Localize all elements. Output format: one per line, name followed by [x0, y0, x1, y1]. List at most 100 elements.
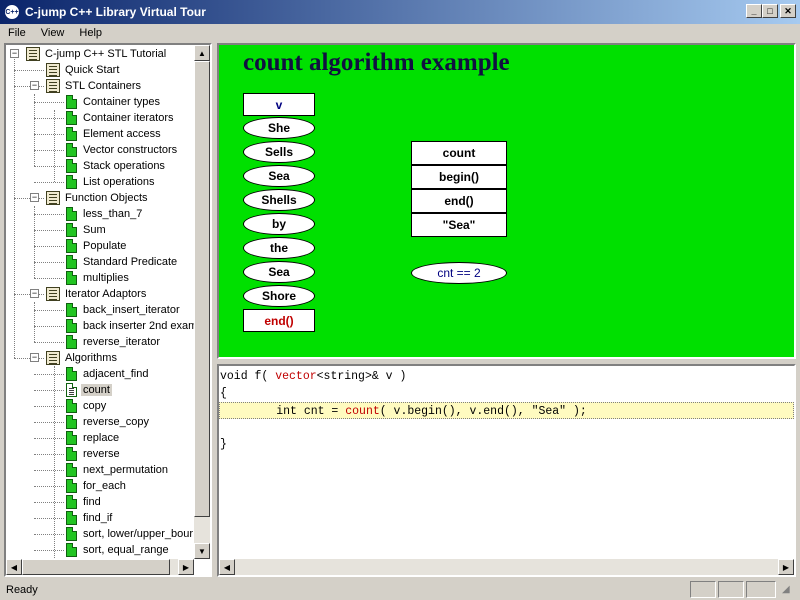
tree-item[interactable]: Iterator Adaptors [46, 286, 148, 302]
minimize-button[interactable]: _ [746, 4, 762, 18]
page-icon [66, 399, 77, 413]
tree-item-label: find [83, 496, 101, 508]
tree-item[interactable]: Stack operations [66, 158, 167, 174]
tree-horizontal-scrollbar[interactable]: ◀ ▶ [6, 559, 194, 575]
tree-item[interactable]: sort, equal_range [66, 542, 171, 558]
tree-item[interactable]: reverse [66, 446, 122, 462]
status-text: Ready [6, 583, 38, 596]
tree-vscroll-thumb[interactable] [194, 61, 210, 517]
tree-item-label: back_insert_iterator [83, 304, 180, 316]
tree-connector [34, 534, 64, 535]
tree-item[interactable]: Function Objects [46, 190, 150, 206]
tree-item[interactable]: C-jump C++ STL Tutorial [26, 46, 168, 62]
close-button[interactable]: ✕ [780, 4, 796, 18]
tree-item[interactable]: less_than_7 [66, 206, 144, 222]
tree-item-label: sort, lower/upper_bour [83, 528, 194, 540]
code-horizontal-scrollbar[interactable]: ◀ ▶ [219, 559, 794, 575]
tree-item[interactable]: next_permutation [66, 462, 170, 478]
size-grip-icon[interactable]: ◢ [782, 584, 796, 598]
tree-connector [14, 198, 44, 199]
collapse-icon[interactable]: − [30, 353, 39, 362]
tree-item[interactable]: Container types [66, 94, 162, 110]
book-icon [46, 191, 60, 205]
page-icon [66, 383, 77, 397]
tree-item[interactable]: back_insert_iterator [66, 302, 182, 318]
tree-item-label: Container types [83, 96, 161, 108]
tree-connector [34, 550, 64, 551]
tree-connector [14, 294, 44, 295]
page-icon [66, 239, 77, 253]
collapse-icon[interactable]: − [10, 49, 19, 58]
tree-item[interactable]: Standard Predicate [66, 254, 179, 270]
call-box-cell: begin() [411, 165, 507, 189]
tree-item[interactable]: back inserter 2nd exam [66, 318, 196, 334]
book-icon [46, 63, 60, 77]
tree-connector [34, 262, 64, 263]
menu-view[interactable]: View [33, 27, 72, 39]
maximize-button[interactable]: □ [762, 4, 778, 18]
page-icon [66, 479, 77, 493]
code-keyword-vector: vector [275, 370, 317, 383]
page-icon [66, 367, 77, 381]
book-icon [26, 47, 40, 61]
scroll-left-icon[interactable]: ◀ [6, 559, 22, 575]
tree-item[interactable]: Algorithms [46, 350, 119, 366]
tree-item[interactable]: Populate [66, 238, 128, 254]
page-icon [66, 127, 77, 141]
tree-item-label: Vector constructors [83, 144, 178, 156]
tree-vertical-scrollbar[interactable]: ▲ ▼ [194, 45, 210, 559]
tree-connector [34, 326, 64, 327]
app-icon[interactable]: C++ [4, 4, 20, 20]
scroll-right-icon[interactable]: ▶ [778, 559, 794, 575]
tree-item-label: Standard Predicate [83, 256, 178, 268]
vector-element-oval: Sea [243, 165, 315, 187]
page-icon [66, 255, 77, 269]
code-line-2: { [220, 387, 227, 400]
tree-item-label: find_if [83, 512, 113, 524]
status-pane-2 [718, 581, 744, 598]
page-icon [66, 319, 77, 333]
scroll-right-icon[interactable]: ▶ [178, 559, 194, 575]
page-icon [66, 447, 77, 461]
tree-item[interactable]: find [66, 494, 103, 510]
window-title: C-jump C++ Library Virtual Tour [25, 5, 206, 19]
tree-item[interactable]: for_each [66, 478, 128, 494]
scroll-left-icon[interactable]: ◀ [219, 559, 235, 575]
tree-item[interactable]: List operations [66, 174, 157, 190]
tree-guide-line [14, 54, 15, 358]
tree-connector [34, 118, 64, 119]
tree-item[interactable]: copy [66, 398, 108, 414]
tree-connector [34, 182, 64, 183]
tree-item[interactable]: replace [66, 430, 121, 446]
tree-connector [34, 342, 64, 343]
collapse-icon[interactable]: − [30, 81, 39, 90]
tree-item[interactable]: Quick Start [46, 62, 121, 78]
menu-file[interactable]: File [0, 27, 33, 39]
tree-item[interactable]: Sum [66, 222, 108, 238]
tree-connector [34, 518, 64, 519]
tree-item[interactable]: find_if [66, 510, 114, 526]
tree-connector [34, 486, 64, 487]
page-icon [66, 95, 77, 109]
tree-connector [34, 166, 64, 167]
tree-connector [14, 358, 44, 359]
tree-connector [34, 470, 64, 471]
tree-hscroll-thumb[interactable] [22, 559, 170, 575]
tree-item[interactable]: Container iterators [66, 110, 176, 126]
tree-item[interactable]: multiplies [66, 270, 131, 286]
collapse-icon[interactable]: − [30, 193, 39, 202]
scroll-up-icon[interactable]: ▲ [194, 45, 210, 61]
tree-item[interactable]: Element access [66, 126, 163, 142]
tree-item[interactable]: Vector constructors [66, 142, 179, 158]
menu-help[interactable]: Help [71, 27, 109, 39]
page-icon [66, 543, 77, 557]
code-token: void f( [220, 370, 276, 383]
tree-item[interactable]: reverse_copy [66, 414, 151, 430]
tree-item[interactable]: reverse_iterator [66, 334, 162, 350]
collapse-icon[interactable]: − [30, 289, 39, 298]
tree-item[interactable]: sort, lower/upper_bour [66, 526, 195, 542]
scroll-down-icon[interactable]: ▼ [194, 543, 210, 559]
tree-item[interactable]: STL Containers [46, 78, 143, 94]
tree-item[interactable]: adjacent_find [66, 366, 150, 382]
tree-item[interactable]: count [66, 382, 112, 398]
